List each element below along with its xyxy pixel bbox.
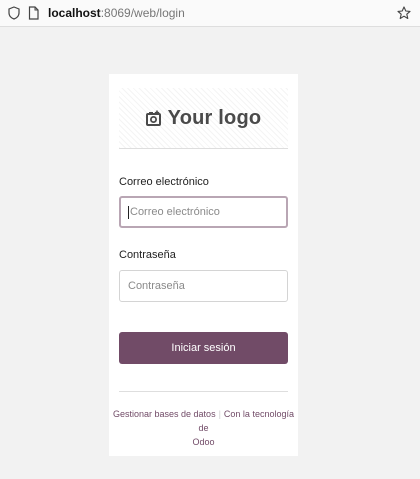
footer-separator: |	[218, 409, 221, 419]
email-field[interactable]: Correo electrónico	[119, 196, 288, 228]
password-field[interactable]: Contraseña	[119, 270, 288, 302]
camera-icon	[145, 110, 162, 127]
logo-text: Your logo	[167, 106, 262, 129]
shield-icon[interactable]	[8, 6, 20, 20]
footer: Gestionar bases de datos | Con la tecnolog…	[113, 407, 294, 449]
text-caret	[128, 205, 129, 219]
login-card: Your logo Correo electrónico Correo elec…	[109, 74, 298, 456]
email-label: Correo electrónico	[119, 176, 209, 188]
email-placeholder: Correo electrónico	[130, 206, 220, 218]
divider	[119, 391, 288, 392]
browser-url-bar[interactable]: localhost:8069/web/login	[0, 0, 420, 27]
odoo-link[interactable]: Odoo	[192, 437, 214, 447]
url-text[interactable]: localhost:8069/web/login	[48, 6, 185, 20]
url-host: localhost	[48, 6, 101, 20]
divider	[119, 148, 288, 149]
bookmark-star-icon[interactable]	[397, 6, 411, 20]
password-placeholder: Contraseña	[128, 280, 185, 292]
company-logo: Your logo	[119, 88, 288, 148]
password-label: Contraseña	[119, 249, 176, 261]
login-button[interactable]: Iniciar sesión	[119, 332, 288, 364]
page-icon[interactable]	[28, 6, 39, 20]
manage-databases-link[interactable]: Gestionar bases de datos	[113, 409, 216, 419]
url-path: :8069/web/login	[100, 6, 185, 20]
